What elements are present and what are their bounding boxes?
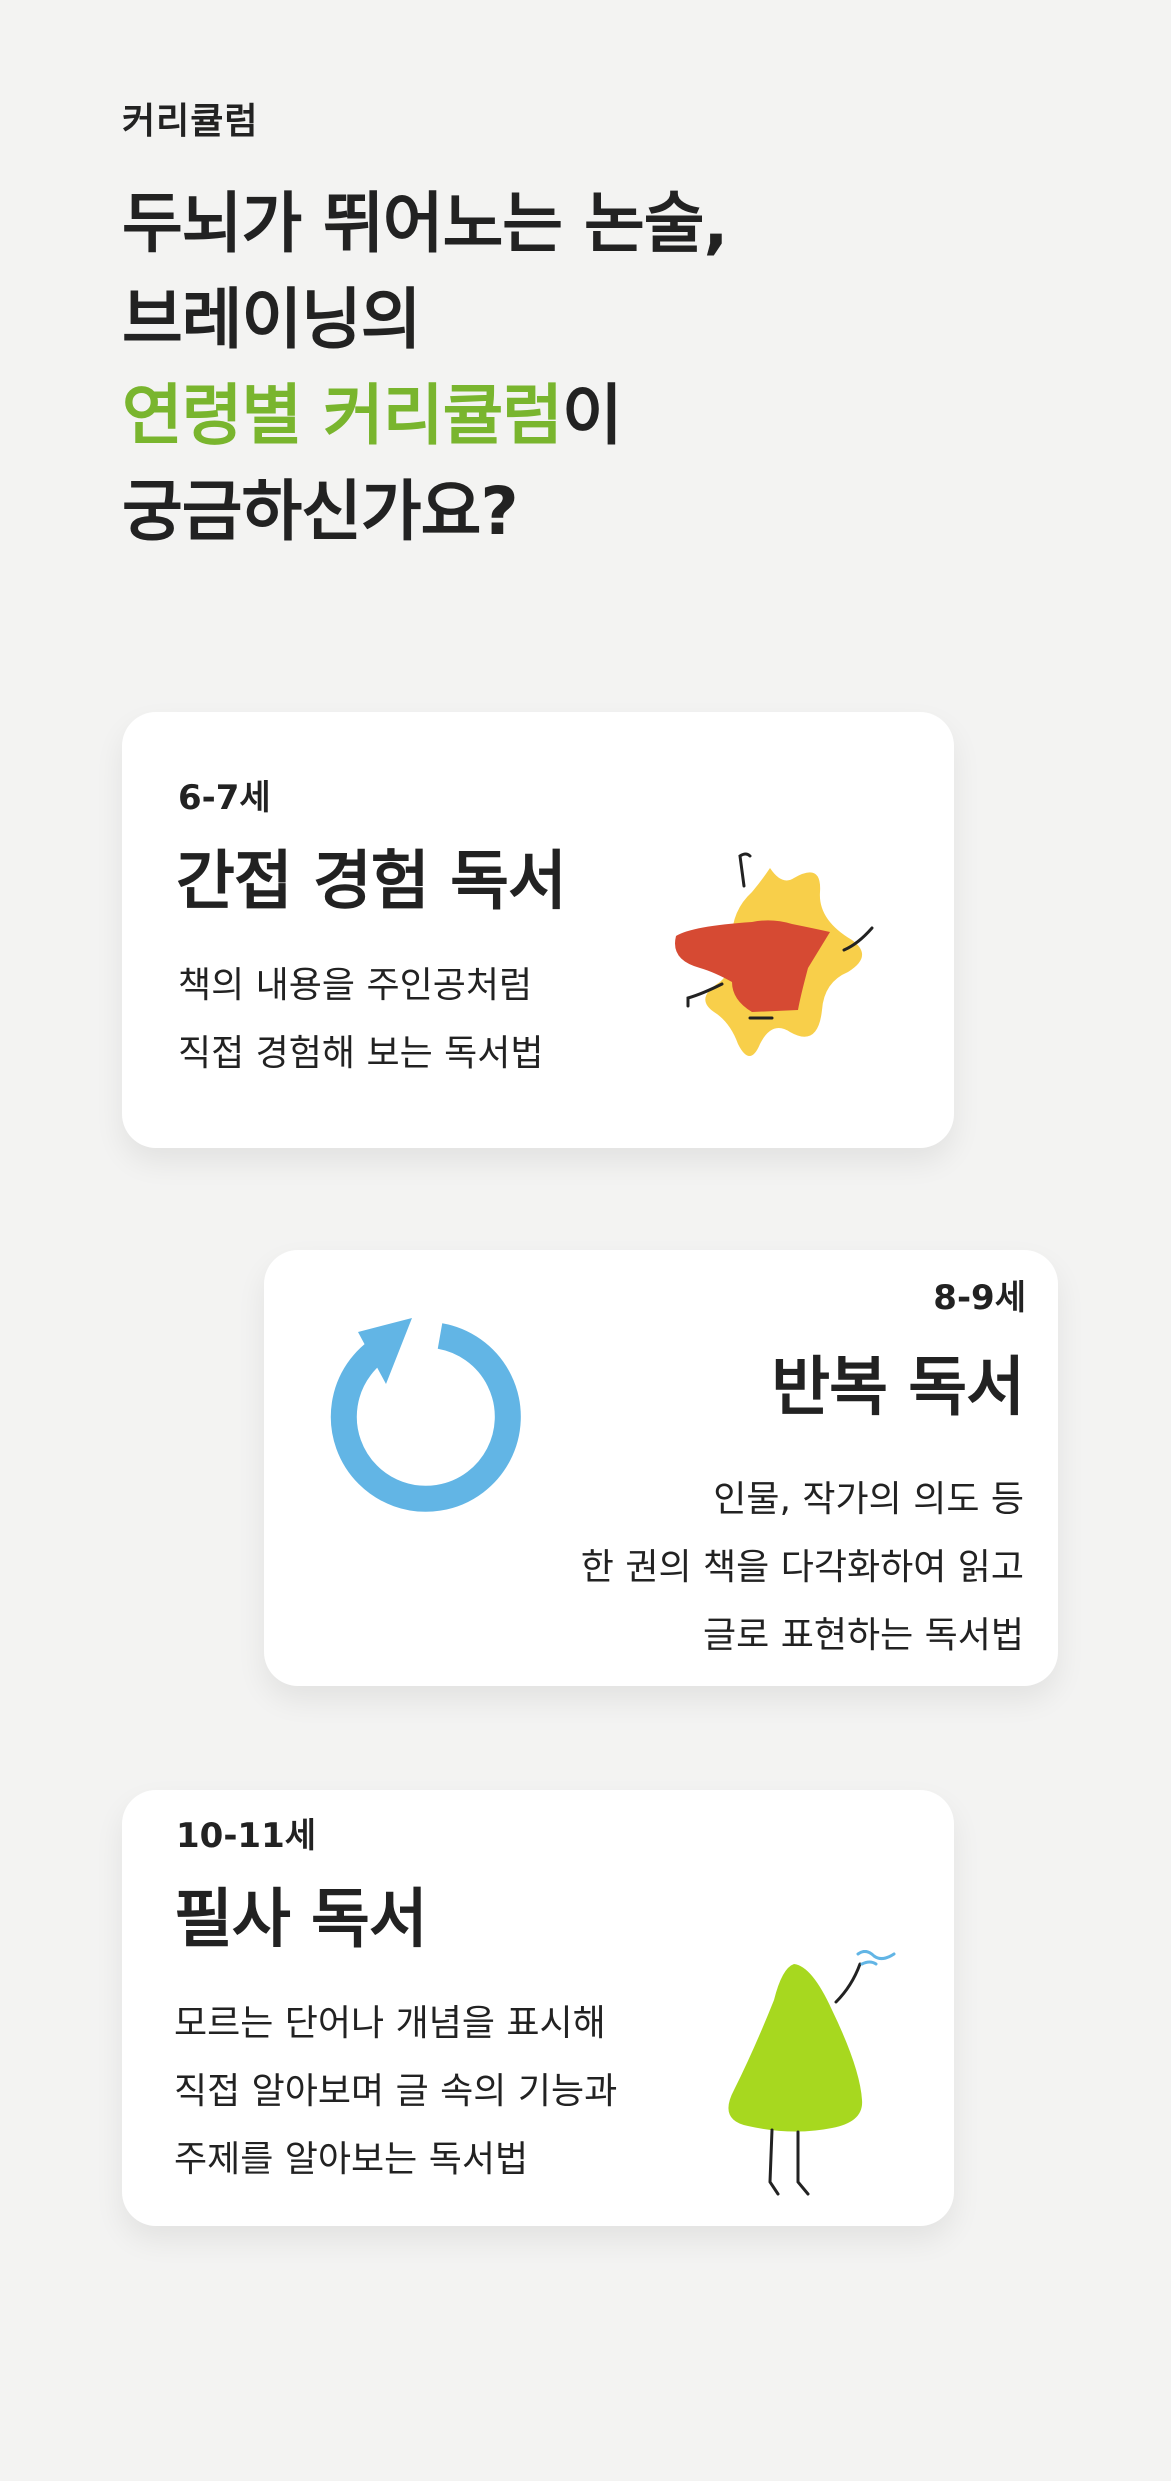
curriculum-card-8-9: 8-9세 반복 독서 인물, 작가의 의도 등 한 권의 책을 다각화하여 읽고… xyxy=(264,1250,1058,1686)
section-label: 커리큘럼 xyxy=(122,101,259,142)
card-description: 모르는 단어나 개념을 표시해 직접 알아보며 글 속의 기능과 주제를 알아보… xyxy=(174,1990,617,2194)
circular-arrow-icon xyxy=(330,1318,521,1512)
headline-line-1: 두뇌가 뛰어노는 논술, xyxy=(122,185,729,262)
headline-line-3-suffix: 이 xyxy=(562,377,623,454)
blob-body xyxy=(728,1964,863,2132)
card-description: 책의 내용을 주인공처럼 직접 경험해 보는 독서법 xyxy=(178,952,544,1088)
headline-accent: 연령별 커리큘럼 xyxy=(122,377,563,454)
card-age: 8-9세 xyxy=(933,1278,1026,1318)
card-title: 필사 독서 xyxy=(174,1883,428,1957)
star-character-icon xyxy=(675,852,874,1056)
card-age: 6-7세 xyxy=(178,778,271,818)
card-description-line: 모르는 단어나 개념을 표시해 xyxy=(174,2003,606,2044)
curriculum-card-6-7: 6-7세 간접 경험 독서 책의 내용을 주인공처럼 직접 경험해 보는 독서법 xyxy=(122,712,954,1148)
page-headline: 두뇌가 뛰어노는 논술, 브레이닝의 연령별 커리큘럼이 궁금하신가요? xyxy=(122,176,729,560)
card-description-line: 직접 알아보며 글 속의 기능과 xyxy=(174,2071,618,2112)
curriculum-card-10-11: 10-11세 필사 독서 모르는 단어나 개념을 표시해 직접 알아보며 글 속… xyxy=(122,1790,954,2226)
card-description-line: 인물, 작가의 의도 등 xyxy=(713,1479,1024,1520)
headline-line-2: 브레이닝의 xyxy=(122,281,422,358)
card-description: 인물, 작가의 의도 등 한 권의 책을 다각화하여 읽고 글로 표현하는 독서… xyxy=(581,1466,1024,1670)
card-title: 반복 독서 xyxy=(771,1351,1025,1425)
card-description-line: 주제를 알아보는 독서법 xyxy=(174,2139,529,2180)
card-description-line: 책의 내용을 주인공처럼 xyxy=(178,965,533,1006)
headline-line-4: 궁금하신가요? xyxy=(122,473,519,550)
green-blob-character-icon xyxy=(728,1950,896,2196)
card-description-line: 한 권의 책을 다각화하여 읽고 xyxy=(580,1547,1024,1588)
card-description-line: 글로 표현하는 독서법 xyxy=(703,1615,1024,1656)
card-description-line: 직접 경험해 보는 독서법 xyxy=(178,1033,544,1074)
arrow-ring xyxy=(330,1323,521,1512)
card-age: 10-11세 xyxy=(176,1816,317,1856)
card-title: 간접 경험 독서 xyxy=(176,845,567,919)
